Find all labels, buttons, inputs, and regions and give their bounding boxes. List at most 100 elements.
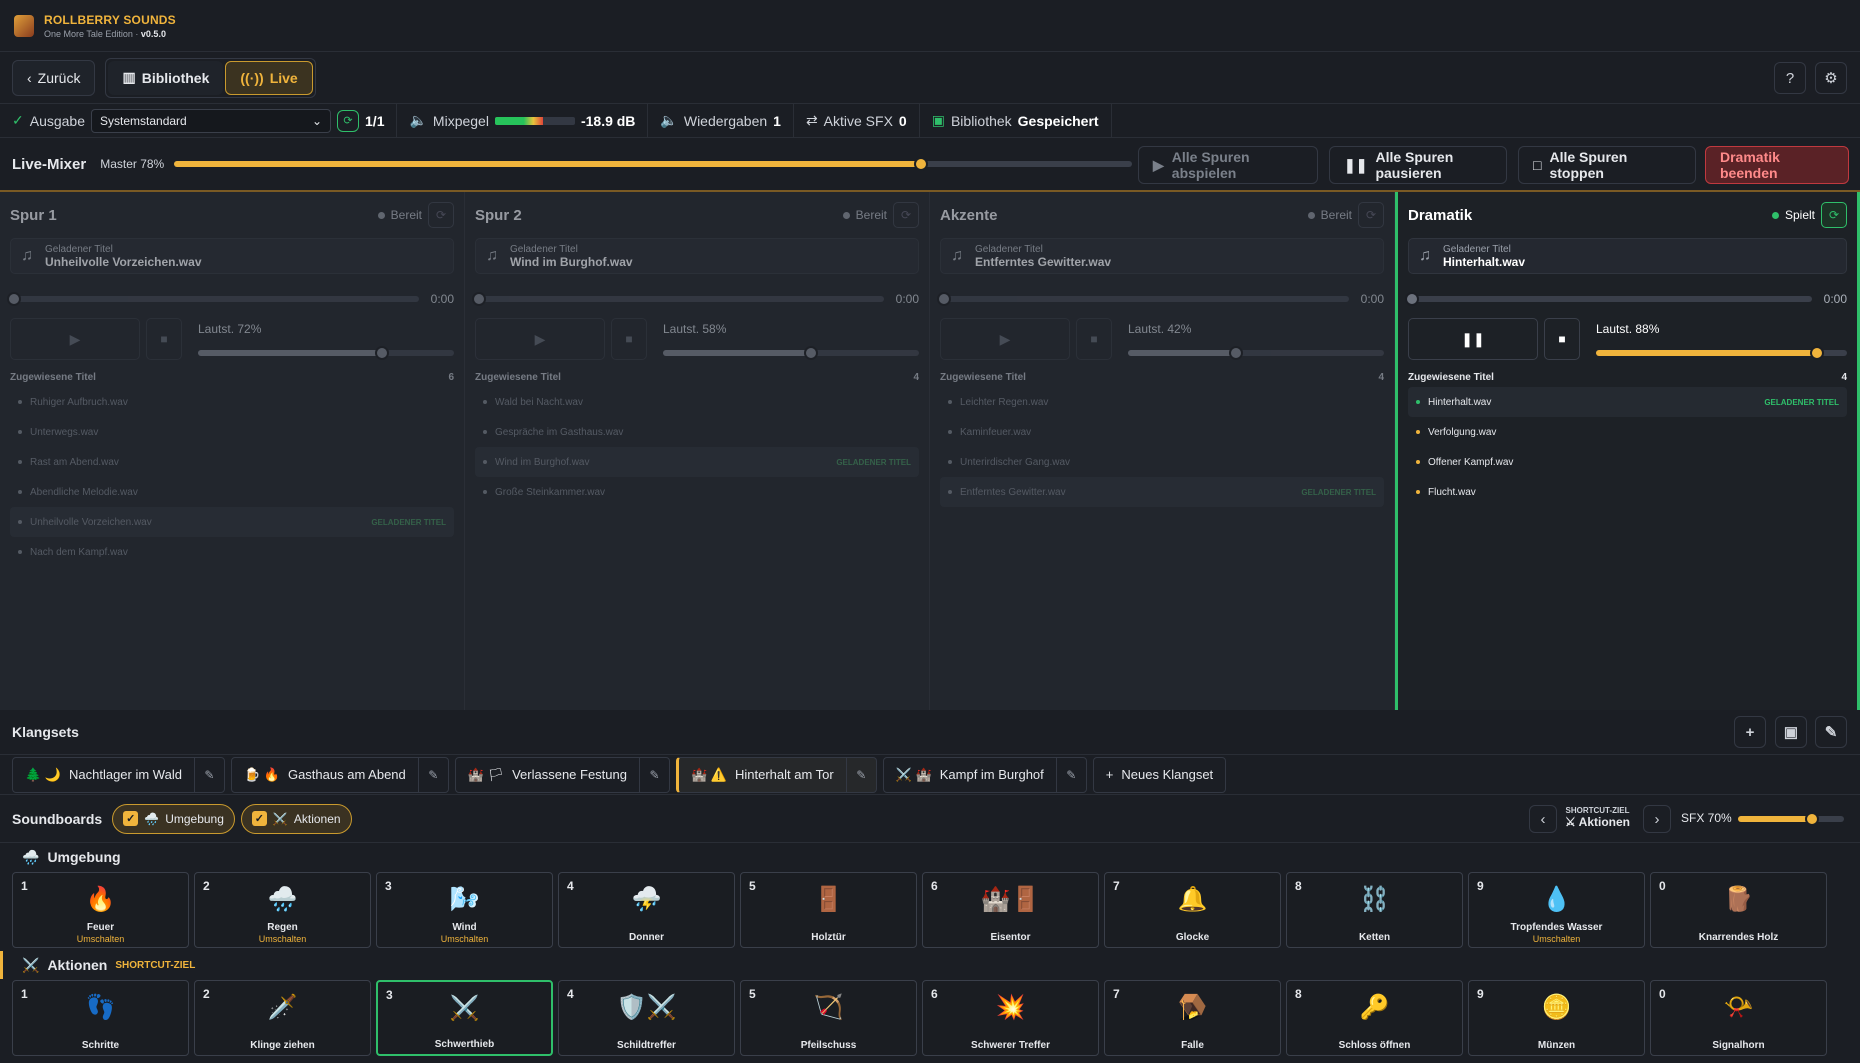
sound-tile[interactable]: 3 ⚔️ Schwerthieb bbox=[376, 980, 553, 1056]
sound-tile[interactable]: 9 💧 Tropfendes Wasser Umschalten bbox=[1468, 872, 1645, 948]
list-item[interactable]: Abendliche Melodie.wav bbox=[10, 477, 454, 507]
list-item[interactable]: Unterwegs.wav bbox=[10, 417, 454, 447]
tab-live[interactable]: ((·)) Live bbox=[225, 60, 313, 95]
sound-tile[interactable]: 0 📯 Signalhorn bbox=[1650, 980, 1827, 1056]
list-item[interactable]: Flucht.wav bbox=[1408, 477, 1847, 507]
play-all-button[interactable]: ▶ Alle Spuren abspielen bbox=[1138, 146, 1318, 184]
play-button[interactable]: ▶ bbox=[10, 318, 140, 360]
loop-toggle[interactable]: ⟳ bbox=[1821, 202, 1847, 228]
loop-toggle[interactable]: ⟳ bbox=[893, 202, 919, 228]
sound-tile[interactable]: 6 💥 Schwerer Treffer bbox=[922, 980, 1099, 1056]
progress-slider[interactable] bbox=[937, 292, 1349, 306]
list-item[interactable]: Verfolgung.wav bbox=[1408, 417, 1847, 447]
loop-toggle[interactable]: ⟳ bbox=[428, 202, 454, 228]
shortcut-prev-button[interactable]: ‹ bbox=[1529, 805, 1557, 833]
list-item[interactable]: Leichter Regen.wav bbox=[940, 387, 1384, 417]
sound-tile[interactable]: 7 🪤 Falle bbox=[1104, 980, 1281, 1056]
back-button[interactable]: ‹ Zurück bbox=[12, 59, 96, 96]
list-item[interactable]: Hinterhalt.wav GELADENER TITEL bbox=[1408, 387, 1847, 417]
stop-button[interactable]: ■ bbox=[611, 318, 647, 360]
edit-klangset-button[interactable]: ✎ bbox=[638, 757, 669, 792]
sound-tile[interactable]: 2 🗡️ Klinge ziehen bbox=[194, 980, 371, 1056]
loaded-title: ♫ Geladener Titel Wind im Burghof.wav bbox=[475, 238, 919, 274]
klangset-tab[interactable]: 🍺 🔥 Gasthaus am Abend ✎ bbox=[230, 756, 449, 793]
progress-slider[interactable] bbox=[7, 292, 419, 306]
sound-tile[interactable]: 1 👣 Schritte bbox=[12, 980, 189, 1056]
play-button[interactable]: ▶ bbox=[475, 318, 605, 360]
sound-tile[interactable]: 3 🌬️ Wind Umschalten bbox=[376, 872, 553, 948]
klangset-tab[interactable]: ⚔️ 🏰 Kampf im Burghof ✎ bbox=[882, 756, 1087, 793]
klangset-tab[interactable]: 🏰 🏳 Verlassene Festung ✎ bbox=[454, 756, 670, 793]
refresh-output-button[interactable]: ⟳ bbox=[337, 109, 360, 132]
list-item[interactable]: Wald bei Nacht.wav bbox=[475, 387, 919, 417]
stop-button[interactable]: ■ bbox=[1076, 318, 1112, 360]
progress-slider[interactable] bbox=[1405, 292, 1812, 306]
play-icon: ▶ bbox=[999, 330, 1011, 347]
sound-tile[interactable]: 6 🏰🚪 Eisentor bbox=[922, 872, 1099, 948]
progress-slider[interactable] bbox=[472, 292, 884, 306]
output-device-select[interactable]: Systemstandard ⌄ bbox=[91, 108, 332, 133]
loop-toggle[interactable]: ⟳ bbox=[1358, 202, 1384, 228]
end-drama-button[interactable]: Dramatik beenden bbox=[1705, 146, 1849, 184]
sound-name: Münzen bbox=[1537, 1040, 1576, 1051]
stop-all-button[interactable]: □ Alle Spuren stoppen bbox=[1518, 146, 1696, 184]
sound-tile[interactable]: 5 🚪 Holztür bbox=[740, 872, 917, 948]
track-volume-slider[interactable] bbox=[198, 346, 454, 360]
play-button[interactable]: ▶ bbox=[940, 318, 1070, 360]
save-klangset-button[interactable]: ▣ bbox=[1775, 716, 1807, 748]
sound-tile[interactable]: 0 🪵 Knarrendes Holz bbox=[1650, 872, 1827, 948]
sound-tile[interactable]: 4 🛡️⚔️ Schildtreffer bbox=[558, 980, 735, 1056]
settings-button[interactable]: ⚙ bbox=[1815, 62, 1847, 94]
pause-all-button[interactable]: ❚❚ Alle Spuren pausieren bbox=[1329, 146, 1507, 184]
edit-klangset-button[interactable]: ✎ bbox=[1055, 757, 1086, 792]
sound-tile[interactable]: 7 🔔 Glocke bbox=[1104, 872, 1281, 948]
shortcut-next-button[interactable]: › bbox=[1643, 805, 1671, 833]
list-item[interactable]: Gespräche im Gasthaus.wav bbox=[475, 417, 919, 447]
sound-tile[interactable]: 8 🔑 Schloss öffnen bbox=[1286, 980, 1463, 1056]
track-volume-slider[interactable] bbox=[663, 346, 919, 360]
edit-klangset-button[interactable]: ✎ bbox=[845, 757, 876, 792]
play-button[interactable]: ❚❚ bbox=[1408, 318, 1538, 360]
list-item[interactable]: Kaminfeuer.wav bbox=[940, 417, 1384, 447]
save-icon: ▣ bbox=[931, 112, 945, 128]
list-item[interactable]: Wind im Burghof.wav GELADENER TITEL bbox=[475, 447, 919, 477]
chevron-down-icon: ⌄ bbox=[311, 113, 323, 128]
sound-tile[interactable]: 9 🪙 Münzen bbox=[1468, 980, 1645, 1056]
sound-tile[interactable]: 5 🏹 Pfeilschuss bbox=[740, 980, 917, 1056]
track-volume-slider[interactable] bbox=[1128, 346, 1384, 360]
sound-icon: 🗡️ bbox=[267, 994, 298, 1021]
master-volume-slider[interactable] bbox=[174, 157, 1133, 171]
filter-chip-aktionen[interactable]: ✓ ⚔️ Aktionen bbox=[240, 803, 352, 834]
bullet-icon bbox=[948, 490, 952, 494]
list-item[interactable]: Unterirdischer Gang.wav bbox=[940, 447, 1384, 477]
sfx-volume-slider[interactable] bbox=[1738, 812, 1844, 826]
help-button[interactable]: ? bbox=[1774, 62, 1806, 94]
sound-tile[interactable]: 1 🔥 Feuer Umschalten bbox=[12, 872, 189, 948]
list-item[interactable]: Entferntes Gewitter.wav GELADENER TITEL bbox=[940, 477, 1384, 507]
track-volume-slider[interactable] bbox=[1596, 346, 1847, 360]
sound-tile[interactable]: 4 ⛈️ Donner bbox=[558, 872, 735, 948]
list-item[interactable]: Nach dem Kampf.wav bbox=[10, 537, 454, 567]
add-klangset-button[interactable]: + bbox=[1734, 716, 1766, 748]
klangset-tab[interactable]: 🌲 🌙 Nachtlager im Wald ✎ bbox=[12, 756, 225, 793]
stop-button[interactable]: ■ bbox=[146, 318, 182, 360]
list-item[interactable]: Ruhiger Aufbruch.wav bbox=[10, 387, 454, 417]
toggle-mode-label: Umschalten bbox=[440, 934, 489, 944]
sound-tile[interactable]: 8 ⛓️ Ketten bbox=[1286, 872, 1463, 948]
stop-button[interactable]: ■ bbox=[1544, 318, 1580, 360]
filter-chip-umgebung[interactable]: ✓ 🌧️ Umgebung bbox=[112, 803, 235, 834]
new-klangset-button[interactable]: + Neues Klangset bbox=[1092, 756, 1227, 793]
sound-tile[interactable]: 2 🌧️ Regen Umschalten bbox=[194, 872, 371, 948]
list-item[interactable]: Große Steinkammer.wav bbox=[475, 477, 919, 507]
playback-count: 1 bbox=[773, 112, 781, 129]
list-item[interactable]: Offener Kampf.wav bbox=[1408, 447, 1847, 477]
edit-klangset-button[interactable]: ✎ bbox=[1815, 716, 1847, 748]
list-item[interactable]: Unheilvolle Vorzeichen.wav GELADENER TITE… bbox=[10, 507, 454, 537]
cloud-icon: 🌧️ bbox=[144, 811, 160, 826]
category-umgebung-header: 🌧️ Umgebung bbox=[22, 848, 121, 866]
edit-klangset-button[interactable]: ✎ bbox=[417, 757, 448, 792]
tab-library[interactable]: ▥ Bibliothek bbox=[108, 60, 224, 95]
edit-klangset-button[interactable]: ✎ bbox=[193, 757, 224, 792]
list-item[interactable]: Rast am Abend.wav bbox=[10, 447, 454, 477]
klangset-tab[interactable]: 🏰 ⚠️ Hinterhalt am Tor ✎ bbox=[675, 756, 877, 793]
